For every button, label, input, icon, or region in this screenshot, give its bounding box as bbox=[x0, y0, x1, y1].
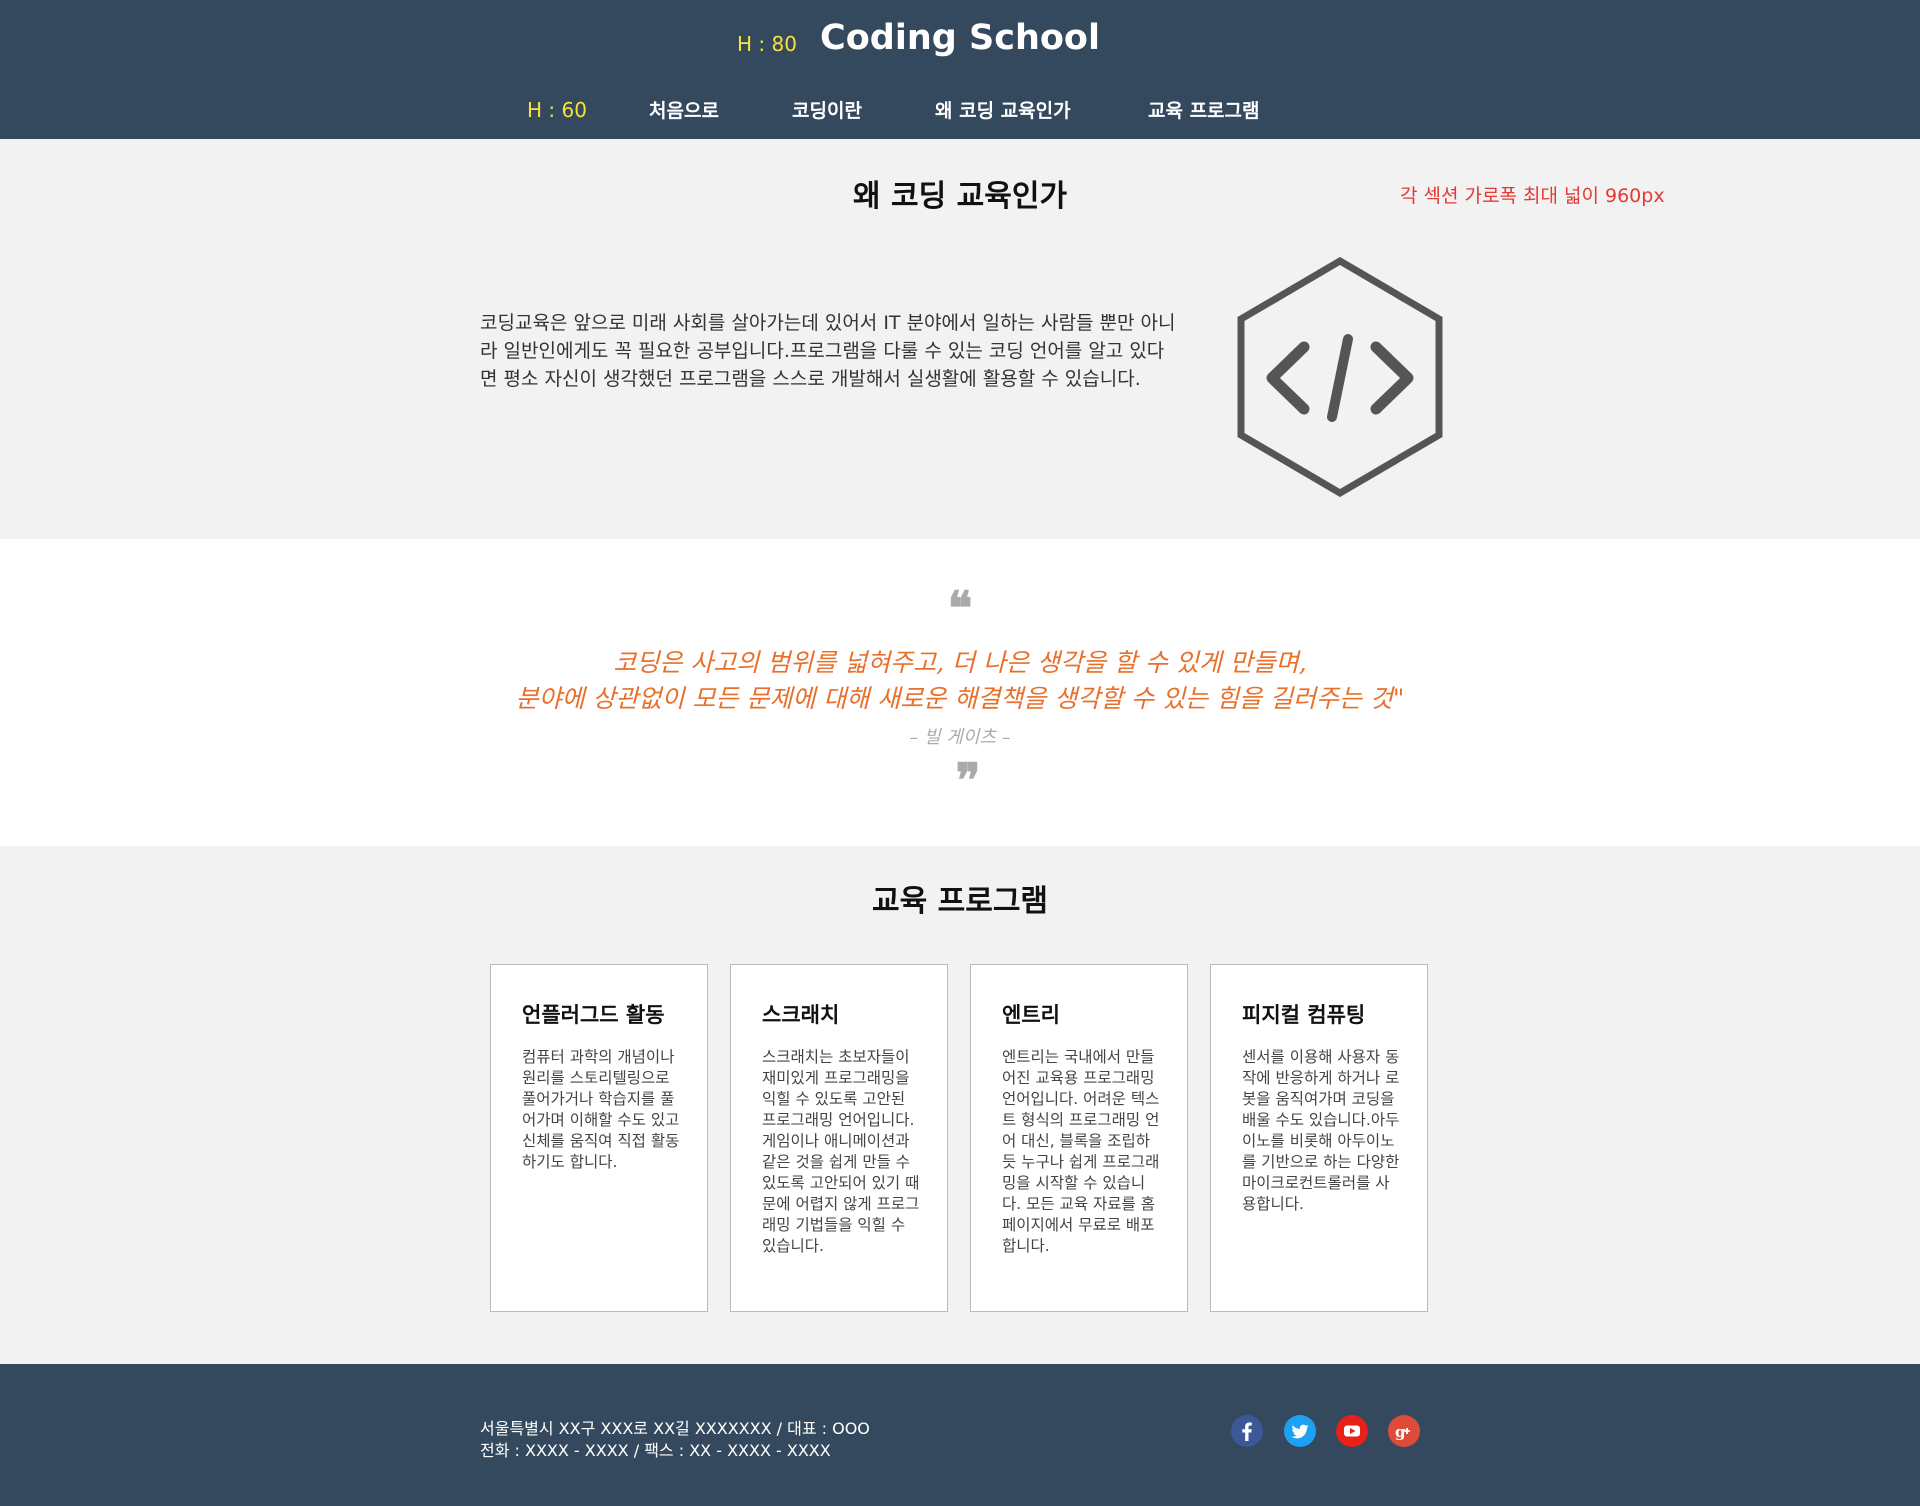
nav-item-home[interactable]: 처음으로 bbox=[649, 96, 719, 123]
card-desc: 컴퓨터 과학의 개념이나 원리를 스토리텔링으로 풀어가거나 학습지를 풀어가며… bbox=[522, 1048, 680, 1171]
main-nav: 처음으로 코딩이란 왜 코딩 교육인가 교육 프로그램 bbox=[0, 96, 1920, 126]
footer-address: 서울특별시 XX구 XXX로 XX길 XXXXXXX / 대표 : OOO bbox=[480, 1419, 870, 1438]
facebook-icon[interactable] bbox=[1231, 1415, 1263, 1447]
quote-author: – 빌 게이츠 – bbox=[909, 727, 1011, 748]
close-quote-icon: ❞ bbox=[955, 753, 981, 807]
nav-item-why-coding[interactable]: 왜 코딩 교육인가 bbox=[935, 96, 1071, 123]
program-card-entry: 엔트리 엔트리는 국내에서 만들어진 교육용 프로그래밍 언어입니다. 어려운 … bbox=[970, 964, 1188, 1312]
card-desc: 엔트리는 국내에서 만들어진 교육용 프로그래밍 언어입니다. 어려운 텍스트 … bbox=[1002, 1048, 1160, 1255]
twitter-icon[interactable] bbox=[1284, 1415, 1316, 1447]
quote-line-2: 분야에 상관없이 모든 문제에 대해 새로운 해결책을 생각할 수 있는 힘을 … bbox=[515, 684, 1405, 713]
program-card-scratch: 스크래치 스크래치는 초보자들이 재미있게 프로그래밍을 익힐 수 있도록 고안… bbox=[730, 964, 948, 1312]
footer-contact: 전화 : XXXX - XXXX / 팩스 : XX - XXXX - XXXX bbox=[480, 1441, 831, 1460]
card-title: 스크래치 bbox=[762, 1003, 840, 1027]
why-text: 코딩교육은 앞으로 미래 사회를 살아가는데 있어서 IT 분야에서 일하는 사… bbox=[480, 312, 1176, 390]
card-title: 피지컬 컴퓨팅 bbox=[1242, 1003, 1366, 1027]
quote-line-1: 코딩은 사고의 범위를 넓혀주고, 더 나은 생각을 할 수 있게 만들며, bbox=[613, 648, 1307, 677]
svg-text:g: g bbox=[1395, 1423, 1406, 1441]
program-card-unplugged: 언플러그드 활동 컴퓨터 과학의 개념이나 원리를 스토리텔링으로 풀어가거나 … bbox=[490, 964, 708, 1312]
site-title[interactable]: Coding School bbox=[0, 18, 1920, 58]
nav-item-programs[interactable]: 교육 프로그램 bbox=[1148, 96, 1260, 123]
card-title: 언플러그드 활동 bbox=[522, 1003, 665, 1027]
card-desc: 스크래치는 초보자들이 재미있게 프로그래밍을 익힐 수 있도록 고안된 프로그… bbox=[762, 1048, 920, 1255]
open-quote-icon: ❝ bbox=[947, 581, 973, 635]
card-title: 엔트리 bbox=[1002, 1003, 1060, 1027]
youtube-icon[interactable] bbox=[1336, 1415, 1368, 1447]
card-desc: 센서를 이용해 사용자 동작에 반응하게 하거나 로봇을 움직여가며 코딩을 배… bbox=[1242, 1048, 1400, 1213]
why-section: 왜 코딩 교육인가 각 섹션 가로폭 최대 넓이 960px 코딩교육은 앞으로… bbox=[0, 139, 1920, 539]
code-hexagon-icon bbox=[1237, 257, 1443, 497]
google-plus-icon[interactable]: g bbox=[1388, 1415, 1420, 1447]
quote-section: ❝ 코딩은 사고의 범위를 넓혀주고, 더 나은 생각을 할 수 있게 만들며,… bbox=[0, 539, 1920, 846]
program-card-physical-computing: 피지컬 컴퓨팅 센서를 이용해 사용자 동작에 반응하게 하거나 로봇을 움직여… bbox=[1210, 964, 1428, 1312]
programs-title: 교육 프로그램 bbox=[871, 884, 1049, 919]
site-header: H : 80 Coding School H : 60 처음으로 코딩이란 왜 … bbox=[0, 0, 1920, 139]
nav-item-what-is-coding[interactable]: 코딩이란 bbox=[792, 96, 862, 123]
programs-section: 교육 프로그램 언플러그드 활동 컴퓨터 과학의 개념이나 원리를 스토리텔링으… bbox=[0, 846, 1920, 1364]
site-footer: 서울특별시 XX구 XXX로 XX길 XXXXXXX / 대표 : OOO 전화… bbox=[0, 1364, 1920, 1506]
width-note: 각 섹션 가로폭 최대 넓이 960px bbox=[1400, 185, 1665, 207]
